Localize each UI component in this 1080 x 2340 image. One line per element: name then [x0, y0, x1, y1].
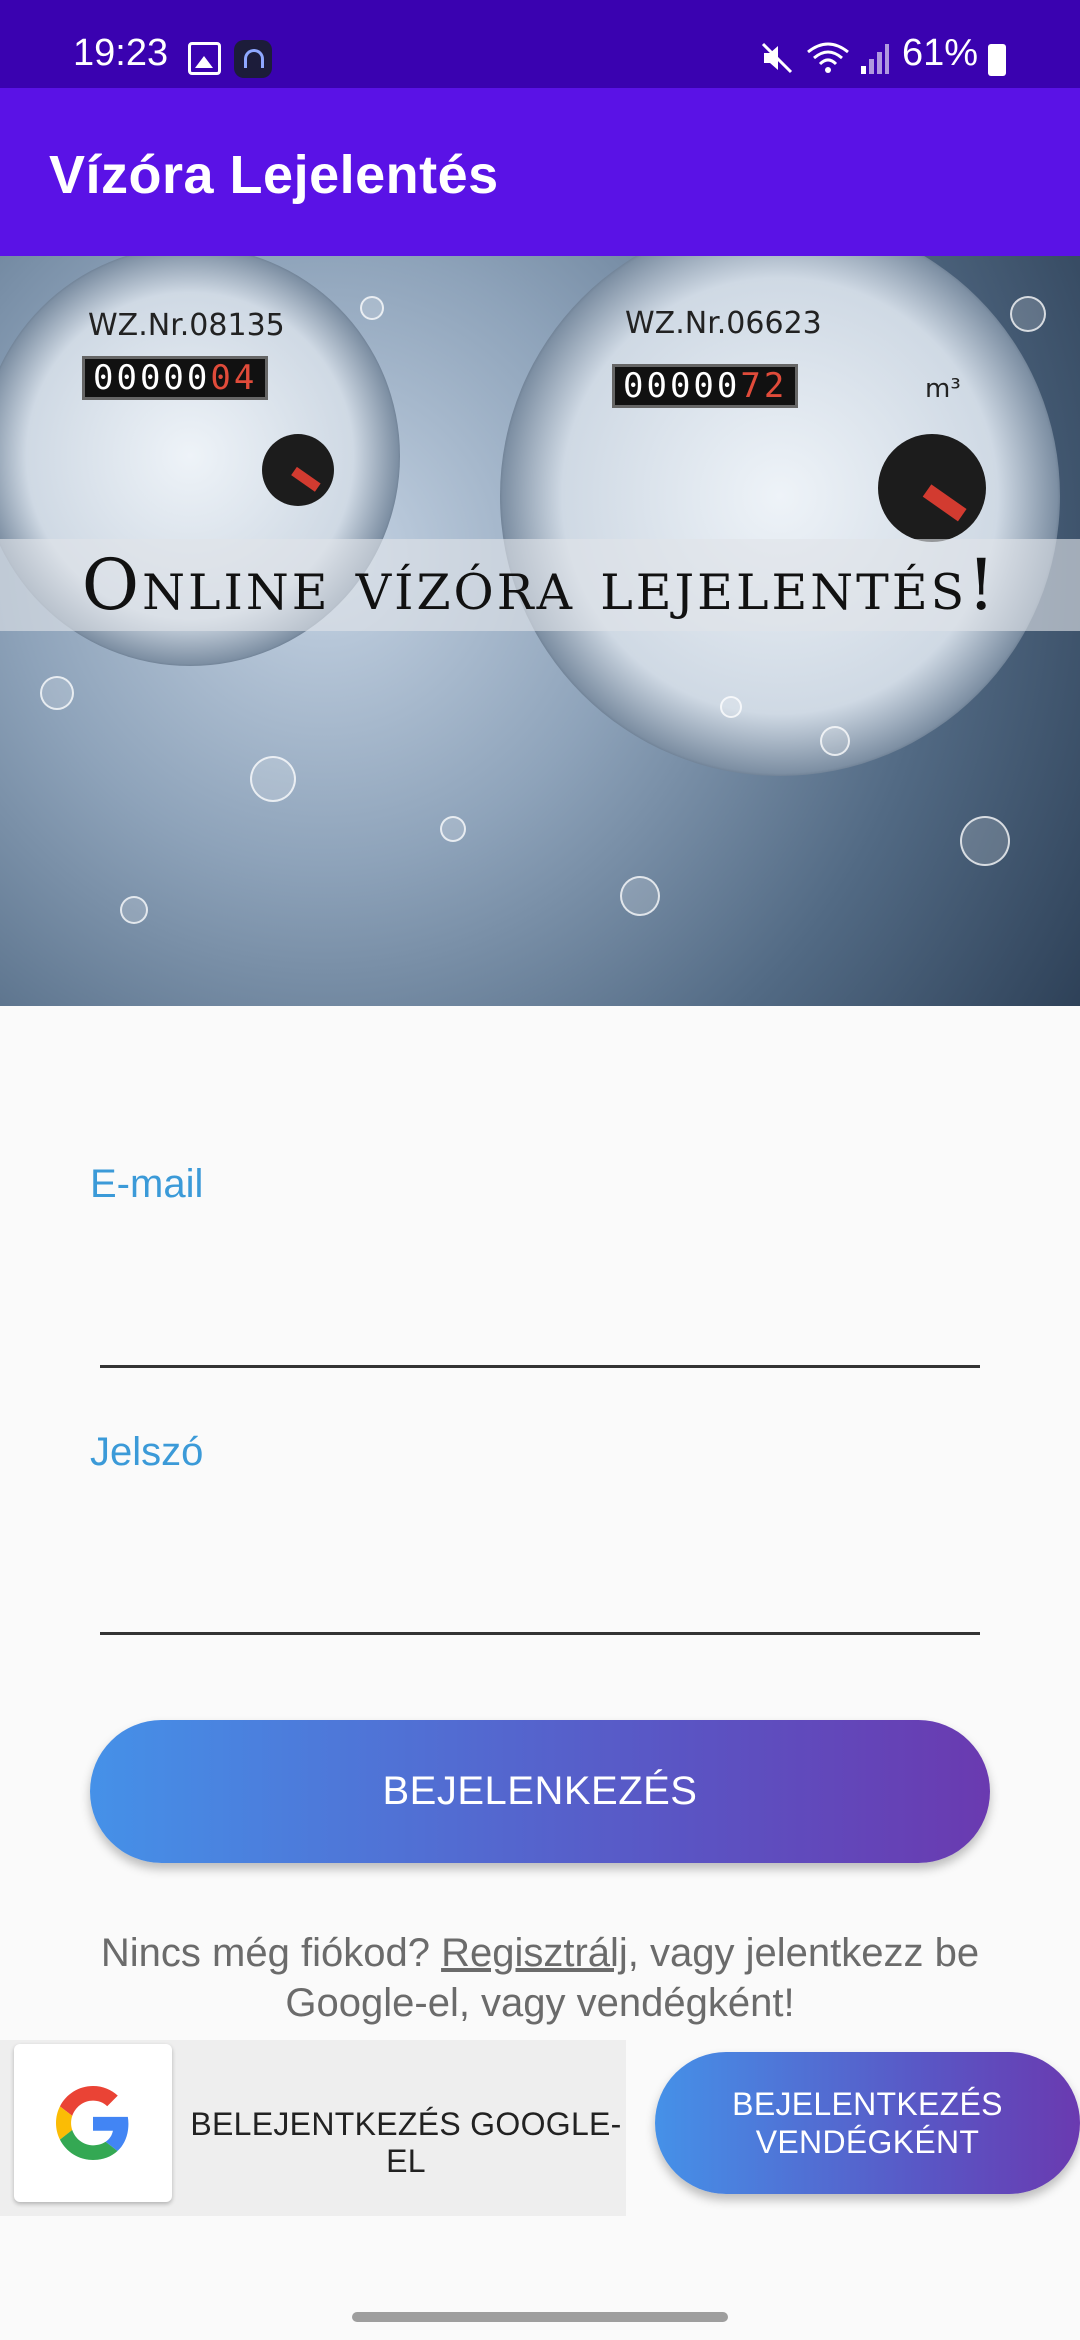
- water-drop: [250, 756, 296, 802]
- water-drop: [820, 726, 850, 756]
- password-field[interactable]: [100, 1565, 980, 1635]
- meter-left-dial: [262, 434, 334, 506]
- meter-right-unit: m³: [925, 374, 961, 404]
- meter-right-serial: WZ.Nr.06623: [625, 306, 822, 341]
- water-drop: [720, 696, 742, 718]
- water-drop: [620, 876, 660, 916]
- email-field[interactable]: [100, 1298, 980, 1368]
- google-g-icon: [56, 2086, 129, 2160]
- google-logo-icon: [14, 2044, 172, 2202]
- register-link[interactable]: Regisztrálj: [441, 1931, 628, 1975]
- headphones-app-icon: [234, 40, 272, 78]
- water-drop: [360, 296, 384, 320]
- hero-banner-text: Online vízóra lejelentés!: [81, 544, 999, 626]
- water-drop: [120, 896, 148, 924]
- water-drop: [440, 816, 466, 842]
- email-label: E-mail: [90, 1162, 204, 1206]
- guest-login-button[interactable]: BEJELENTKEZÉS VENDÉGKÉNT: [655, 2052, 1080, 2194]
- water-drop: [40, 676, 74, 710]
- home-indicator[interactable]: [352, 2312, 728, 2322]
- meter-right-dial: [878, 434, 986, 542]
- battery-percent: 61%: [902, 32, 979, 74]
- meter-right-counter: 00000 72: [612, 364, 799, 408]
- register-prompt: Nincs még fiókod? Regisztrálj, vagy jele…: [90, 1928, 990, 2028]
- status-bar: 19:23 61%: [0, 0, 1080, 88]
- battery-charging-icon: [988, 44, 1006, 76]
- wifi-icon: [807, 42, 849, 73]
- login-button[interactable]: BEJELENKEZÉS: [90, 1720, 990, 1863]
- app-title: Vízóra Lejelentés: [49, 145, 499, 205]
- google-signin-label: BELEJENTKEZÉS GOOGLE-EL: [190, 2106, 622, 2179]
- hero-banner: Online vízóra lejelentés!: [0, 539, 1080, 631]
- password-label: Jelszó: [90, 1430, 204, 1474]
- signal-icon: [861, 44, 889, 74]
- google-signin-button[interactable]: BELEJENTKEZÉS GOOGLE-EL: [0, 2040, 626, 2216]
- water-drop: [960, 816, 1010, 866]
- mute-icon: [761, 42, 793, 74]
- meter-left-counter: 00000 04: [82, 356, 269, 400]
- water-drop: [1010, 296, 1046, 332]
- status-time: 19:23: [73, 32, 169, 74]
- register-prompt-prefix: Nincs még fiókod?: [100, 1931, 442, 1975]
- app-bar: Vízóra Lejelentés: [0, 88, 1080, 256]
- hero-image: WZ.Nr.08135 00000 04 WZ.Nr.06623 00000 72 …: [0, 256, 1080, 1006]
- image-icon: [188, 42, 221, 75]
- meter-left-serial: WZ.Nr.08135: [88, 308, 285, 343]
